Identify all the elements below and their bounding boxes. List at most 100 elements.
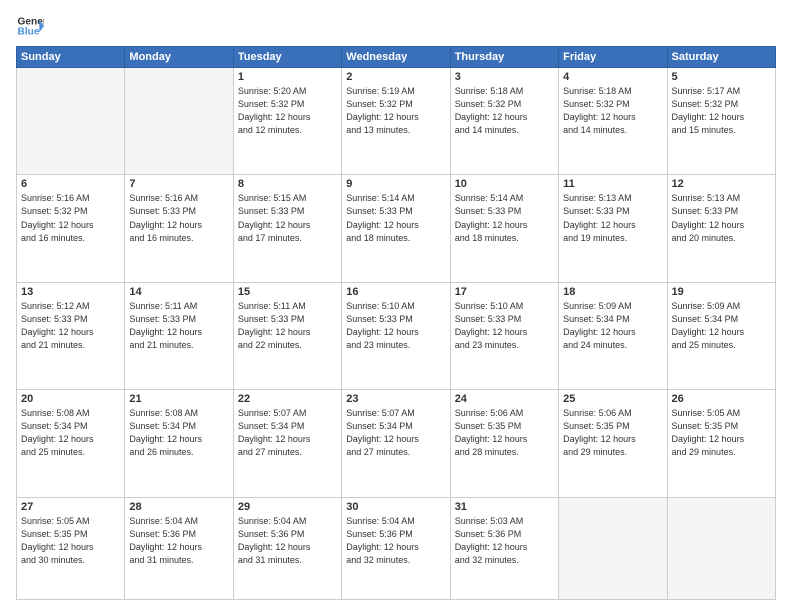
day-number: 22 [238,393,337,405]
day-info: Sunrise: 5:11 AM Sunset: 5:33 PM Dayligh… [238,300,337,352]
calendar-cell: 17Sunrise: 5:10 AM Sunset: 5:33 PM Dayli… [450,282,558,389]
page: General Blue SundayMondayTuesdayWednesda… [0,0,792,612]
calendar-cell: 12Sunrise: 5:13 AM Sunset: 5:33 PM Dayli… [667,175,775,282]
calendar-header-saturday: Saturday [667,47,775,68]
calendar-cell [17,68,125,175]
day-number: 11 [563,178,662,190]
day-info: Sunrise: 5:13 AM Sunset: 5:33 PM Dayligh… [672,192,771,244]
calendar-cell: 19 Sunrise: 5:09 AM Sunset: 5:34 PM Dayli… [667,282,775,389]
calendar-week-1: 1Sunrise: 5:20 AM Sunset: 5:32 PM Daylig… [17,68,776,175]
day-info: Sunrise: 5:09 AM Sunset: 5:34 PM Dayligh… [672,300,771,352]
calendar-week-3: 13 Sunrise: 5:12 AM Sunset: 5:33 PM Dayli… [17,282,776,389]
calendar-cell: 20Sunrise: 5:08 AM Sunset: 5:34 PM Dayli… [17,390,125,497]
day-number: 6 [21,178,120,190]
day-info: Sunrise: 5:04 AM Sunset: 5:36 PM Dayligh… [129,515,228,567]
day-info: Sunrise: 5:10 AM Sunset: 5:33 PM Dayligh… [455,300,554,352]
day-info: Sunrise: 5:05 AM Sunset: 5:35 PM Dayligh… [21,515,120,567]
calendar-header-wednesday: Wednesday [342,47,450,68]
day-info: Sunrise: 5:07 AM Sunset: 5:34 PM Dayligh… [238,407,337,459]
logo-icon: General Blue [16,12,44,40]
day-number: 13 [21,286,120,298]
day-number: 21 [129,393,228,405]
calendar-cell: 25Sunrise: 5:06 AM Sunset: 5:35 PM Dayli… [559,390,667,497]
day-info: Sunrise: 5:16 AM Sunset: 5:33 PM Dayligh… [129,192,228,244]
calendar-cell: 28 Sunrise: 5:04 AM Sunset: 5:36 PM Dayli… [125,497,233,599]
calendar-header-monday: Monday [125,47,233,68]
day-number: 3 [455,71,554,83]
day-info: Sunrise: 5:09 AM Sunset: 5:34 PM Dayligh… [563,300,662,352]
calendar-cell [125,68,233,175]
calendar-cell: 7 Sunrise: 5:16 AM Sunset: 5:33 PM Daylig… [125,175,233,282]
calendar-cell: 11 Sunrise: 5:13 AM Sunset: 5:33 PM Dayli… [559,175,667,282]
day-info: Sunrise: 5:12 AM Sunset: 5:33 PM Dayligh… [21,300,120,352]
day-number: 31 [455,501,554,513]
day-info: Sunrise: 5:07 AM Sunset: 5:34 PM Dayligh… [346,407,445,459]
day-info: Sunrise: 5:15 AM Sunset: 5:33 PM Dayligh… [238,192,337,244]
calendar-cell: 29 Sunrise: 5:04 AM Sunset: 5:36 PM Dayli… [233,497,341,599]
calendar-week-4: 20Sunrise: 5:08 AM Sunset: 5:34 PM Dayli… [17,390,776,497]
day-number: 1 [238,71,337,83]
day-info: Sunrise: 5:11 AM Sunset: 5:33 PM Dayligh… [129,300,228,352]
calendar-table: SundayMondayTuesdayWednesdayThursdayFrid… [16,46,776,600]
calendar-cell: 27 Sunrise: 5:05 AM Sunset: 5:35 PM Dayli… [17,497,125,599]
day-number: 7 [129,178,228,190]
day-number: 16 [346,286,445,298]
day-number: 28 [129,501,228,513]
day-info: Sunrise: 5:19 AM Sunset: 5:32 PM Dayligh… [346,85,445,137]
calendar-week-5: 27 Sunrise: 5:05 AM Sunset: 5:35 PM Dayli… [17,497,776,599]
calendar-cell: 21Sunrise: 5:08 AM Sunset: 5:34 PM Dayli… [125,390,233,497]
day-info: Sunrise: 5:18 AM Sunset: 5:32 PM Dayligh… [563,85,662,137]
day-number: 8 [238,178,337,190]
calendar-header-row: SundayMondayTuesdayWednesdayThursdayFrid… [17,47,776,68]
calendar-cell [667,497,775,599]
calendar-cell: 10Sunrise: 5:14 AM Sunset: 5:33 PM Dayli… [450,175,558,282]
day-number: 5 [672,71,771,83]
day-number: 26 [672,393,771,405]
calendar-cell: 14Sunrise: 5:11 AM Sunset: 5:33 PM Dayli… [125,282,233,389]
calendar-cell: 18 Sunrise: 5:09 AM Sunset: 5:34 PM Dayli… [559,282,667,389]
day-info: Sunrise: 5:06 AM Sunset: 5:35 PM Dayligh… [455,407,554,459]
calendar-cell: 31 Sunrise: 5:03 AM Sunset: 5:36 PM Dayli… [450,497,558,599]
calendar-cell: 8 Sunrise: 5:15 AM Sunset: 5:33 PM Daylig… [233,175,341,282]
calendar-cell: 4 Sunrise: 5:18 AM Sunset: 5:32 PM Daylig… [559,68,667,175]
day-info: Sunrise: 5:18 AM Sunset: 5:32 PM Dayligh… [455,85,554,137]
day-number: 29 [238,501,337,513]
day-number: 15 [238,286,337,298]
header: General Blue [16,12,776,40]
calendar-header-thursday: Thursday [450,47,558,68]
calendar-header-sunday: Sunday [17,47,125,68]
day-number: 20 [21,393,120,405]
day-info: Sunrise: 5:04 AM Sunset: 5:36 PM Dayligh… [346,515,445,567]
calendar-cell: 9Sunrise: 5:14 AM Sunset: 5:33 PM Daylig… [342,175,450,282]
day-number: 30 [346,501,445,513]
calendar-cell: 1Sunrise: 5:20 AM Sunset: 5:32 PM Daylig… [233,68,341,175]
calendar-cell: 5 Sunrise: 5:17 AM Sunset: 5:32 PM Daylig… [667,68,775,175]
calendar-cell: 30 Sunrise: 5:04 AM Sunset: 5:36 PM Dayli… [342,497,450,599]
day-number: 23 [346,393,445,405]
logo: General Blue [16,12,44,40]
day-number: 19 [672,286,771,298]
day-number: 27 [21,501,120,513]
day-info: Sunrise: 5:13 AM Sunset: 5:33 PM Dayligh… [563,192,662,244]
calendar-cell: 2 Sunrise: 5:19 AM Sunset: 5:32 PM Daylig… [342,68,450,175]
calendar-header-tuesday: Tuesday [233,47,341,68]
calendar-cell [559,497,667,599]
svg-text:Blue: Blue [18,27,40,38]
day-info: Sunrise: 5:17 AM Sunset: 5:32 PM Dayligh… [672,85,771,137]
calendar-week-2: 6 Sunrise: 5:16 AM Sunset: 5:32 PM Daylig… [17,175,776,282]
day-number: 18 [563,286,662,298]
day-info: Sunrise: 5:03 AM Sunset: 5:36 PM Dayligh… [455,515,554,567]
day-number: 4 [563,71,662,83]
day-info: Sunrise: 5:05 AM Sunset: 5:35 PM Dayligh… [672,407,771,459]
calendar-cell: 26 Sunrise: 5:05 AM Sunset: 5:35 PM Dayli… [667,390,775,497]
day-info: Sunrise: 5:16 AM Sunset: 5:32 PM Dayligh… [21,192,120,244]
day-number: 24 [455,393,554,405]
day-info: Sunrise: 5:04 AM Sunset: 5:36 PM Dayligh… [238,515,337,567]
calendar-cell: 22 Sunrise: 5:07 AM Sunset: 5:34 PM Dayli… [233,390,341,497]
calendar-cell: 6 Sunrise: 5:16 AM Sunset: 5:32 PM Daylig… [17,175,125,282]
day-number: 2 [346,71,445,83]
calendar-cell: 23 Sunrise: 5:07 AM Sunset: 5:34 PM Dayli… [342,390,450,497]
calendar-cell: 3 Sunrise: 5:18 AM Sunset: 5:32 PM Daylig… [450,68,558,175]
day-info: Sunrise: 5:06 AM Sunset: 5:35 PM Dayligh… [563,407,662,459]
calendar-header-friday: Friday [559,47,667,68]
